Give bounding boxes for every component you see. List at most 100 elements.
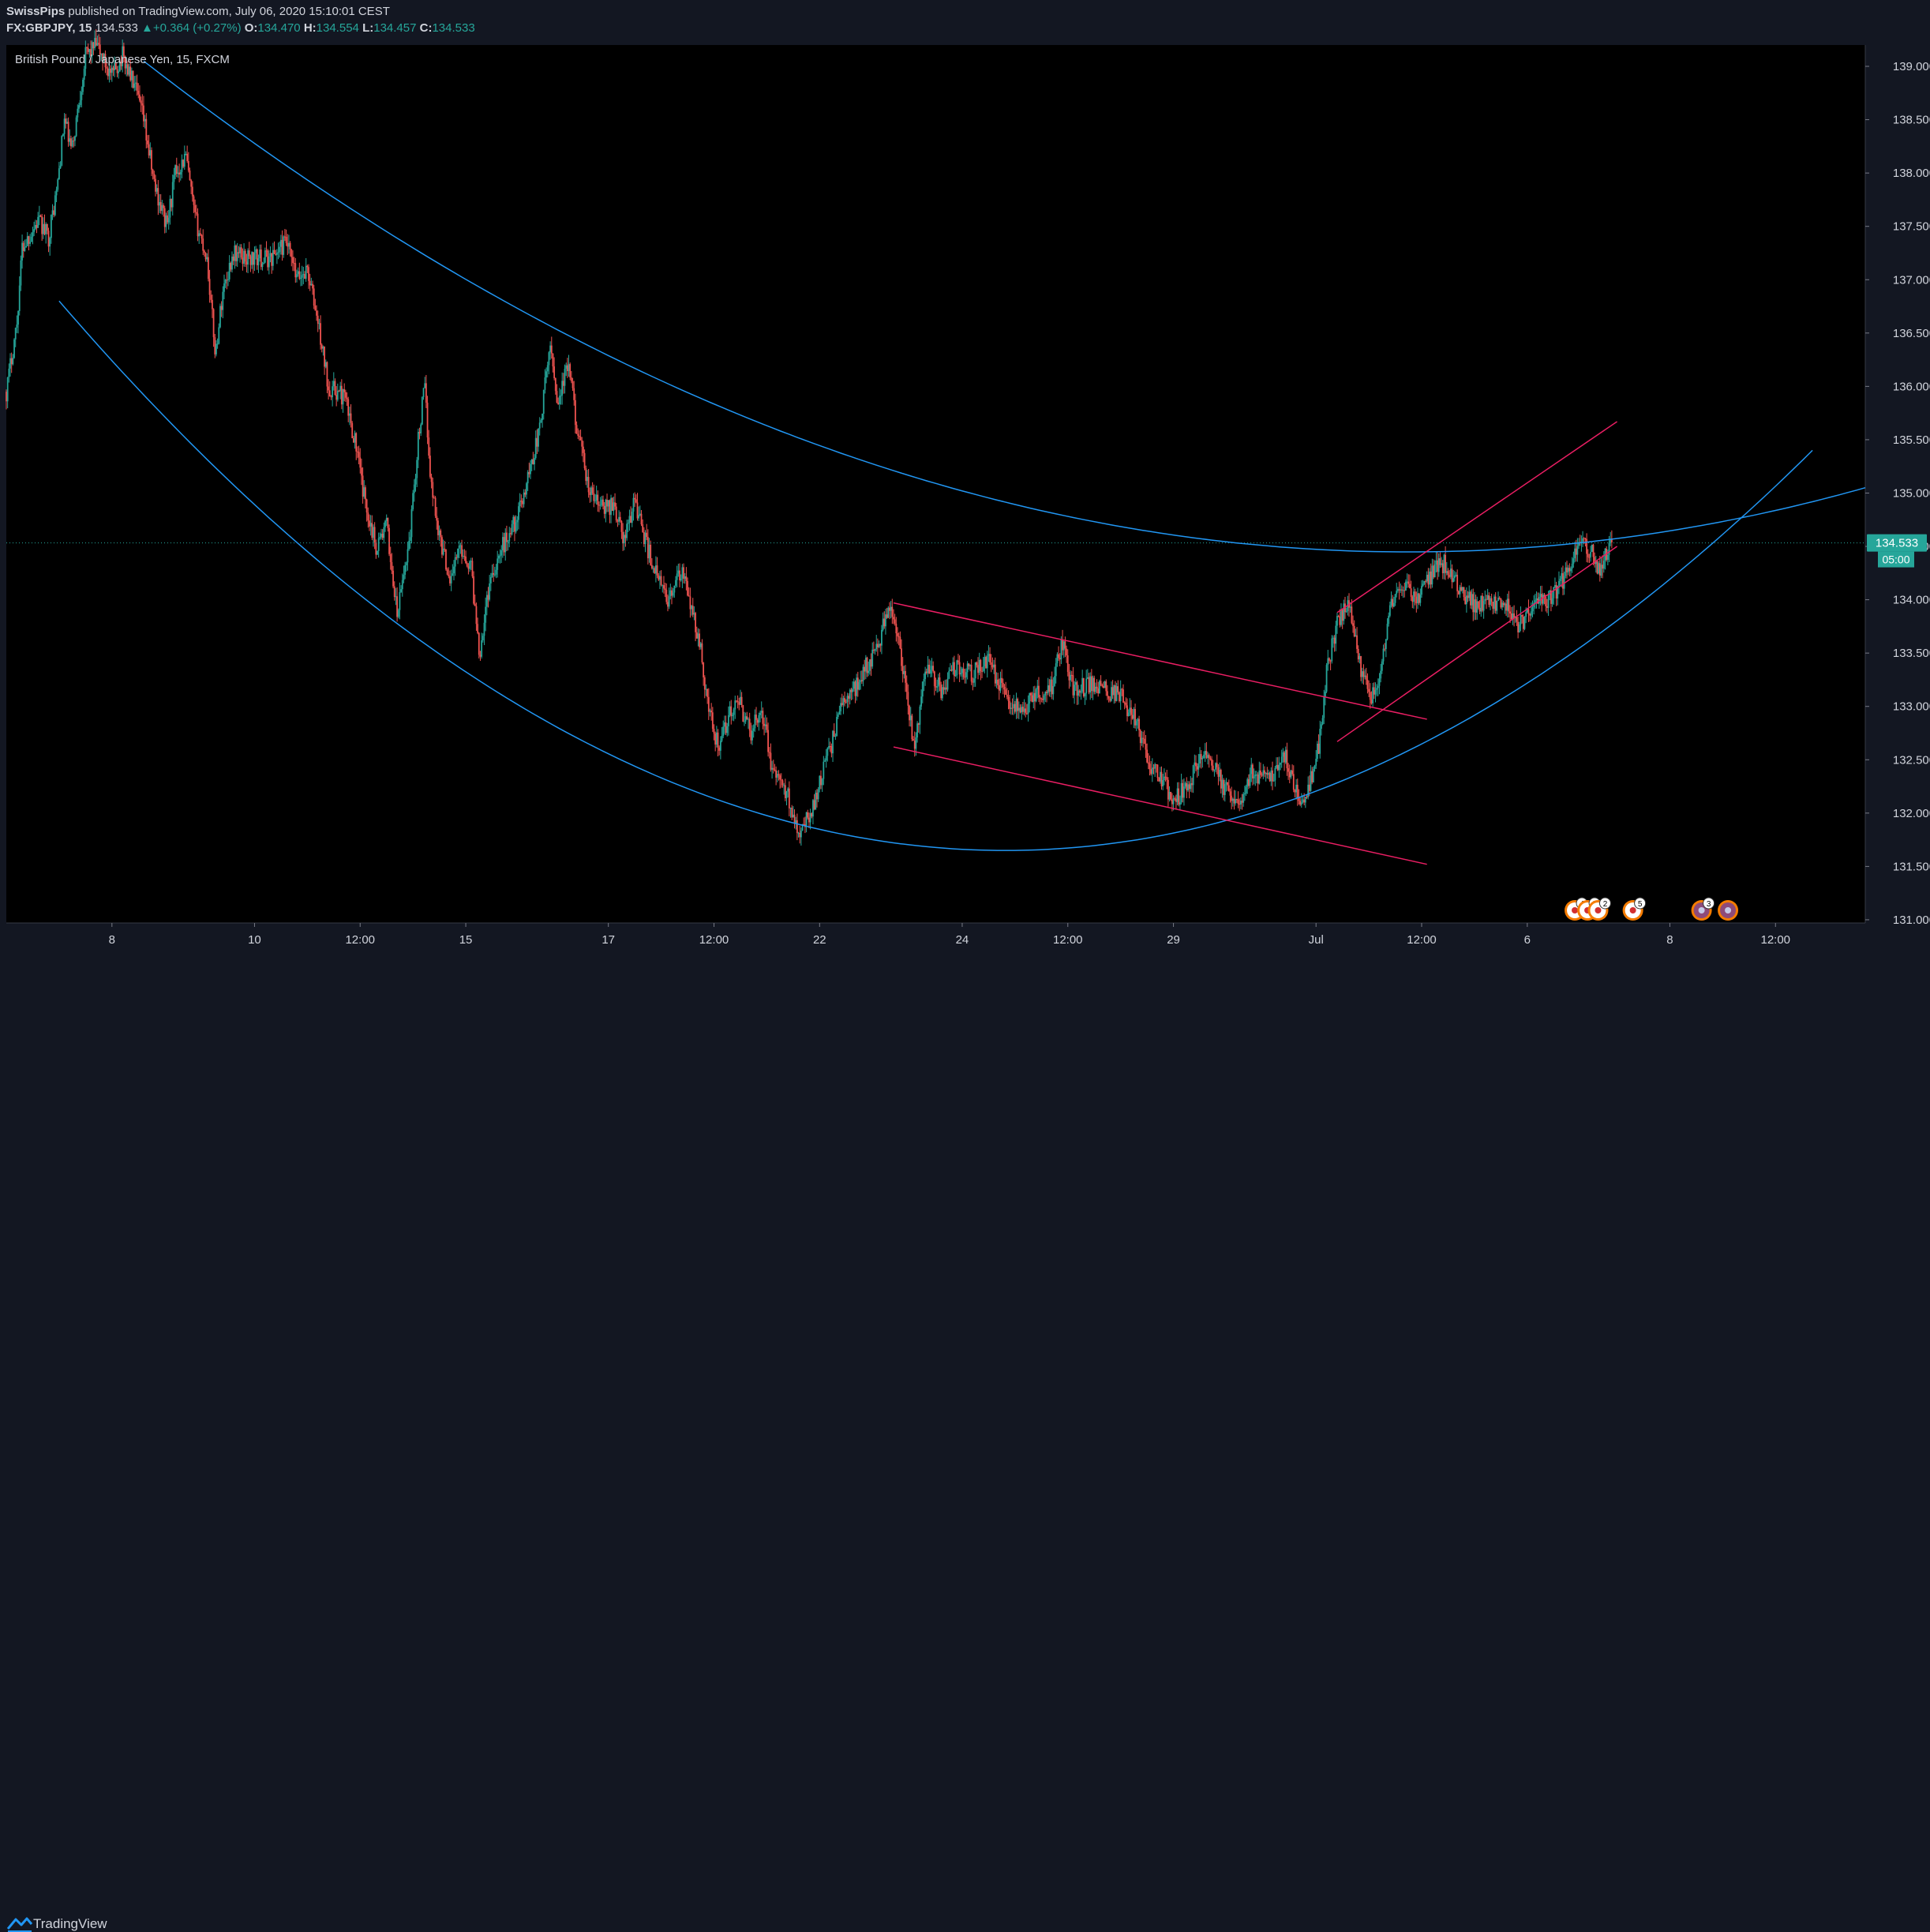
candle-body	[1288, 771, 1291, 778]
candle-body	[414, 478, 417, 485]
candle-body	[978, 659, 980, 673]
candle-body	[389, 553, 392, 563]
candle-body	[395, 596, 397, 598]
price-tick-label: 134.000	[1893, 594, 1930, 607]
descending-channel-bottom[interactable]	[893, 746, 1427, 865]
candle-body	[479, 655, 482, 657]
ascending-channel-top[interactable]	[1336, 421, 1617, 613]
time-tick-label: 12:00	[345, 933, 375, 947]
candle-body	[252, 252, 254, 265]
candle-body	[968, 663, 970, 666]
candle-body	[1345, 611, 1347, 613]
candle-body	[1327, 658, 1329, 666]
candle-body	[159, 201, 160, 206]
candle-body	[1192, 765, 1194, 786]
candle-body	[901, 648, 902, 666]
candle-body	[1278, 764, 1280, 771]
candle-body	[139, 94, 141, 101]
candle-body	[862, 666, 864, 681]
candle-body	[195, 212, 197, 214]
candle-body	[212, 299, 213, 309]
candle-body	[16, 325, 18, 328]
candle-body	[37, 216, 39, 228]
candle-body	[710, 710, 713, 713]
tradingview-brand[interactable]: TradingView	[33, 1916, 107, 1932]
candle-body	[342, 389, 344, 405]
candle-body	[1021, 707, 1023, 713]
candle-body	[1096, 686, 1098, 688]
candle-body	[853, 681, 855, 689]
candle-body	[1160, 771, 1163, 786]
candle-body	[399, 591, 401, 610]
candle-body	[129, 66, 132, 81]
candle-body	[726, 726, 729, 733]
candle-body	[1353, 625, 1355, 636]
candle-body	[570, 377, 572, 381]
candle-body	[75, 117, 77, 137]
candle-body	[1525, 612, 1527, 617]
candle-body	[993, 664, 995, 668]
candle-body	[301, 275, 303, 278]
candle-body	[417, 432, 419, 460]
candle-body	[248, 250, 250, 257]
candle-body	[642, 524, 644, 533]
candle-body	[94, 38, 96, 49]
candle-body	[730, 706, 733, 717]
ascending-channel-bottom[interactable]	[1336, 546, 1617, 742]
candle-body	[549, 345, 552, 353]
candle-body	[1357, 648, 1359, 660]
candle-body	[532, 459, 534, 465]
candle-body	[614, 502, 616, 507]
candle-body	[1225, 782, 1227, 784]
time-tick-label: 12:00	[1053, 933, 1083, 947]
candle-body	[985, 657, 987, 669]
candle-body	[929, 670, 931, 674]
candle-body	[770, 752, 772, 770]
candle-body	[1231, 798, 1234, 801]
lower-arc-line[interactable]	[58, 300, 1813, 851]
tradingview-logo-icon[interactable]	[6, 1915, 33, 1932]
candle-body	[1188, 784, 1190, 790]
candle-body	[778, 774, 780, 776]
price-tick-label: 135.000	[1893, 486, 1930, 500]
candle-body	[83, 69, 85, 80]
candle-body	[257, 258, 260, 265]
candle-body	[937, 677, 939, 687]
candle-body	[579, 435, 580, 437]
candle-body	[748, 718, 749, 720]
candle-body	[1427, 575, 1430, 585]
candle-body	[699, 633, 701, 647]
candle-body	[1254, 775, 1257, 777]
candle-body	[1553, 587, 1555, 598]
candle-body	[1204, 751, 1206, 755]
candle-body	[759, 712, 761, 715]
candle-body	[1213, 769, 1216, 771]
candle-body	[1115, 686, 1118, 701]
candle-body	[1162, 780, 1164, 786]
candle-body	[1437, 558, 1440, 572]
candle-body	[1130, 707, 1132, 715]
price-chart[interactable]: 139.000 138.500 138.000 137.500 137.000 136.5…	[0, 0, 1930, 952]
price-tick-label: 131.500	[1893, 860, 1930, 873]
candle-body	[832, 730, 834, 754]
candle-body	[684, 576, 686, 580]
candle-body	[475, 606, 478, 625]
candle-body	[1280, 756, 1283, 763]
candle-body	[852, 688, 854, 692]
candle-body	[1009, 700, 1011, 709]
candle-body	[1378, 678, 1381, 686]
candle-body	[1007, 696, 1010, 701]
descending-channel-top[interactable]	[893, 602, 1427, 720]
candle-body	[1568, 568, 1571, 572]
upper-arc-line[interactable]	[143, 60, 1866, 553]
candle-body	[1377, 685, 1379, 688]
price-tick-label: 136.500	[1893, 327, 1930, 340]
time-tick-label: 24	[956, 933, 969, 947]
candle-body	[1231, 795, 1233, 801]
candle-body	[458, 545, 460, 549]
candle-body	[1443, 554, 1445, 574]
candle-body	[1017, 699, 1019, 711]
candle-body	[711, 712, 714, 730]
candle-body	[562, 381, 564, 386]
candle-body	[1461, 587, 1463, 591]
